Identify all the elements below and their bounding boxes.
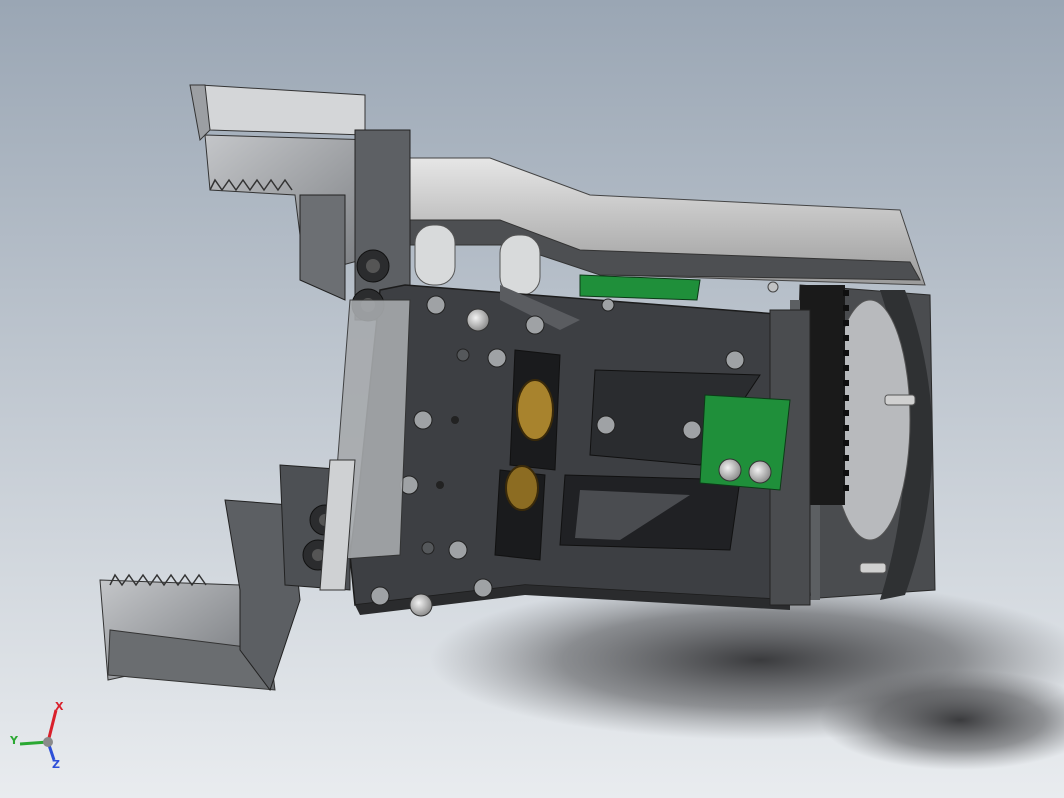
screw: [466, 308, 490, 332]
screw: [409, 593, 433, 617]
z-axis-label: Z: [52, 758, 60, 770]
x-axis-label: X: [55, 700, 64, 713]
screw: [370, 586, 390, 606]
screw: [525, 315, 545, 335]
screw: [456, 348, 470, 362]
hex-nut: [366, 259, 380, 273]
spring: [516, 379, 554, 441]
screw: [487, 348, 507, 368]
triad-origin: [43, 737, 53, 747]
screw: [436, 481, 444, 489]
rear-pin: [859, 562, 887, 574]
screw: [426, 295, 446, 315]
model-render: [0, 0, 1064, 798]
screw: [718, 458, 742, 482]
screw: [596, 415, 616, 435]
y-axis-label: Y: [9, 734, 19, 747]
screw: [767, 281, 779, 293]
screw: [421, 541, 435, 555]
screw: [451, 416, 459, 424]
3d-viewport[interactable]: X Y Z: [0, 0, 1064, 798]
screw: [413, 410, 433, 430]
screw: [473, 578, 493, 598]
screw: [601, 298, 615, 312]
spring: [505, 465, 539, 511]
coordinate-triad: X Y Z: [9, 700, 64, 770]
rear-pin: [884, 394, 916, 406]
screw: [448, 540, 468, 560]
screw: [748, 460, 772, 484]
screw: [725, 350, 745, 370]
screw: [682, 420, 702, 440]
